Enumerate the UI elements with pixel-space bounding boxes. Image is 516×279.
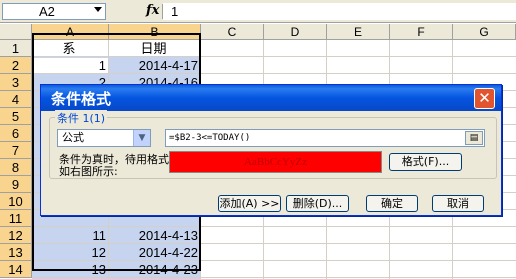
row-header-14[interactable]: 14	[0, 261, 32, 278]
row-header-1[interactable]: 1	[0, 40, 32, 57]
name-box[interactable]: A2	[2, 3, 106, 20]
column-header-c[interactable]: C	[201, 24, 264, 40]
format-button[interactable]: 格式(F)...	[389, 153, 462, 171]
row-header-5[interactable]: 5	[0, 108, 32, 125]
name-box-dropdown-icon[interactable]	[94, 7, 102, 12]
formula-input[interactable]: 1	[163, 3, 516, 20]
dialog-titlebar[interactable]: 条件格式 ✕	[41, 85, 501, 111]
row-header-3[interactable]: 3	[0, 74, 32, 91]
row-header-4[interactable]: 4	[0, 91, 32, 108]
row-header-8[interactable]: 8	[0, 159, 32, 176]
row-header-7[interactable]: 7	[0, 142, 32, 159]
row-header-13[interactable]: 13	[0, 244, 32, 261]
row-header-11[interactable]: 11	[0, 210, 32, 227]
fx-icon[interactable]: fx	[146, 3, 159, 18]
cancel-button[interactable]: 取消	[432, 195, 484, 212]
close-icon[interactable]: ✕	[474, 88, 495, 109]
condition-formula-input[interactable]: =$B2-3<=TODAY()	[165, 129, 485, 147]
chevron-down-icon[interactable]: ▼	[133, 130, 150, 146]
conditional-format-dialog: 条件格式 ✕ 条件 1(1) 公式 ▼ =$B2-3<=TODAY() ▤ 条件…	[40, 84, 502, 216]
row-header-10[interactable]: 10	[0, 193, 32, 210]
preview-label: 条件为真时，待用格式如右图所示:	[59, 153, 169, 178]
column-header-d[interactable]: D	[264, 24, 327, 40]
row-header-6[interactable]: 6	[0, 125, 32, 142]
formula-bar: A2 fx 1	[0, 0, 516, 23]
delete-button[interactable]: 删除(D)...	[286, 195, 349, 212]
row-header-2[interactable]: 2	[0, 57, 32, 74]
row-header-9[interactable]: 9	[0, 176, 32, 193]
dialog-title: 条件格式	[51, 90, 112, 108]
column-header-e[interactable]: E	[327, 24, 390, 40]
add-button[interactable]: 添加(A) >>	[218, 195, 281, 212]
range-select-icon[interactable]: ▤	[465, 131, 483, 145]
column-header-f[interactable]: F	[390, 24, 453, 40]
condition-group-label: 条件 1(1)	[55, 110, 108, 126]
ok-button[interactable]: 确定	[366, 195, 418, 212]
row-header-12[interactable]: 12	[0, 227, 32, 244]
column-header-g[interactable]: G	[453, 24, 516, 40]
select-all-corner[interactable]	[0, 24, 32, 40]
format-preview: AaBbCcYyZz	[169, 151, 382, 173]
